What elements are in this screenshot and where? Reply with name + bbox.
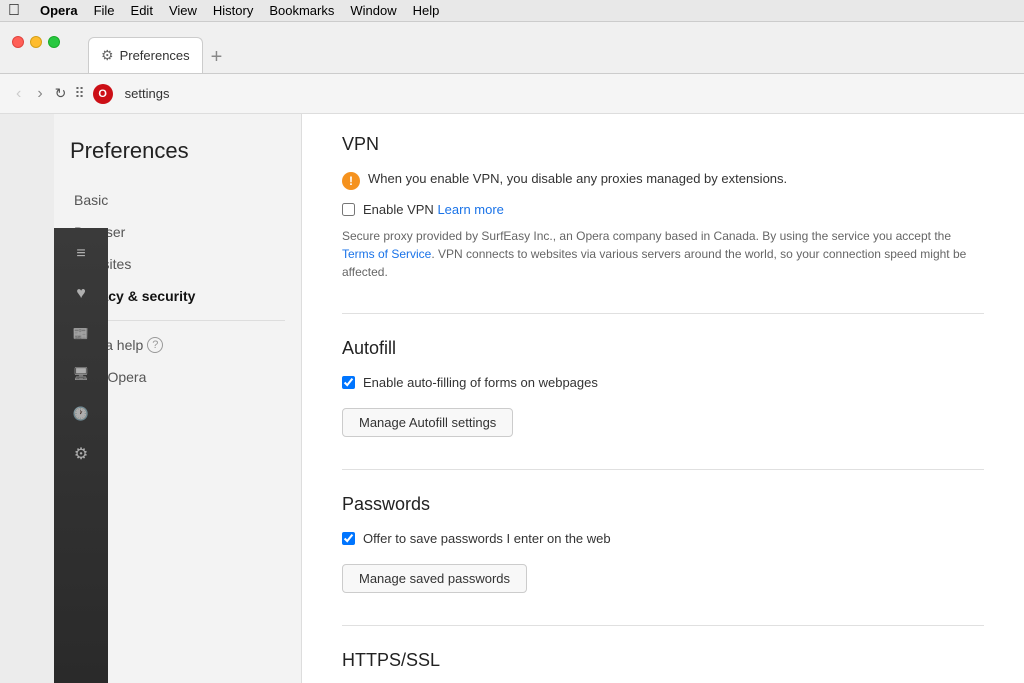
menu-edit[interactable]: Edit [131, 3, 153, 18]
apple-menu[interactable]:  [8, 2, 20, 20]
section-divider-2 [342, 469, 984, 470]
traffic-lights [12, 36, 60, 48]
vpn-enable-row: Enable VPN Learn more [342, 202, 984, 217]
autofill-enable-row: Enable auto-filling of forms on webpages [342, 375, 984, 390]
passwords-offer-label: Offer to save passwords I enter on the w… [363, 531, 611, 546]
vpn-enable-checkbox[interactable] [342, 203, 355, 216]
vpn-description: Secure proxy provided by SurfEasy Inc., … [342, 227, 984, 281]
vpn-title: VPN [342, 134, 984, 155]
sidebar-icon-heart[interactable]: ♥ [63, 276, 99, 312]
grid-button[interactable]: ⠿ [74, 85, 84, 102]
sidebar-icon-menu[interactable]: ≡ [63, 236, 99, 272]
menubar:  Opera File Edit View History Bookmarks… [0, 0, 1024, 22]
opera-logo: O [93, 84, 113, 104]
passwords-offer-checkbox[interactable] [342, 532, 355, 545]
sidebar-icon-news[interactable]: 📰 [63, 316, 99, 352]
section-divider-1 [342, 313, 984, 314]
autofill-section: Autofill Enable auto-filling of forms on… [342, 338, 984, 437]
vpn-warning: ! When you enable VPN, you disable any p… [342, 171, 984, 190]
settings-content: VPN ! When you enable VPN, you disable a… [302, 114, 1024, 683]
sidebar-icons: ≡ ♥ 📰 🖥 🕐 ⚙ [54, 228, 108, 683]
tab-bar: ⚙ Preferences + [88, 22, 230, 73]
autofill-enable-checkbox[interactable] [342, 376, 355, 389]
menu-opera[interactable]: Opera [40, 3, 78, 18]
warning-icon: ! [342, 172, 360, 190]
new-tab-button[interactable]: + [203, 46, 231, 69]
passwords-section: Passwords Offer to save passwords I ente… [342, 494, 984, 593]
manage-passwords-button[interactable]: Manage saved passwords [342, 564, 527, 593]
autofill-title: Autofill [342, 338, 984, 359]
vpn-section: VPN ! When you enable VPN, you disable a… [342, 134, 984, 281]
minimize-button[interactable] [30, 36, 42, 48]
passwords-offer-row: Offer to save passwords I enter on the w… [342, 531, 984, 546]
sidebar-icon-screen[interactable]: 🖥 [63, 356, 99, 392]
close-button[interactable] [12, 36, 24, 48]
autofill-enable-label: Enable auto-filling of forms on webpages [363, 375, 598, 390]
menu-file[interactable]: File [94, 3, 115, 18]
menu-window[interactable]: Window [350, 3, 396, 18]
vpn-enable-label: Enable VPN Learn more [363, 202, 504, 217]
sidebar-icon-clock[interactable]: 🕐 [63, 396, 99, 432]
address-bar[interactable]: settings [121, 86, 1012, 101]
menu-history[interactable]: History [213, 3, 253, 18]
forward-button[interactable]: › [33, 83, 46, 105]
manage-autofill-button[interactable]: Manage Autofill settings [342, 408, 513, 437]
nav-item-basic[interactable]: Basic [70, 184, 285, 216]
vpn-warning-text: When you enable VPN, you disable any pro… [368, 171, 787, 186]
content-area: ≡ ♥ 📰 🖥 🕐 ⚙ Preferences Basic Browser We… [54, 114, 1024, 683]
back-button[interactable]: ‹ [12, 83, 25, 105]
nav-title: Preferences [70, 138, 285, 164]
menu-bookmarks[interactable]: Bookmarks [269, 3, 334, 18]
https-title: HTTPS/SSL [342, 650, 984, 671]
https-section: HTTPS/SSL [342, 650, 984, 671]
tab-preferences[interactable]: ⚙ Preferences [88, 37, 203, 73]
section-divider-3 [342, 625, 984, 626]
reload-button[interactable]: ↻ [55, 85, 67, 102]
menu-view[interactable]: View [169, 3, 197, 18]
tab-title: Preferences [120, 48, 190, 63]
terms-of-service-link[interactable]: Terms of Service [342, 247, 431, 261]
passwords-title: Passwords [342, 494, 984, 515]
tab-settings-icon: ⚙ [101, 47, 114, 64]
menu-help[interactable]: Help [413, 3, 440, 18]
vpn-learn-more-link[interactable]: Learn more [437, 202, 503, 217]
maximize-button[interactable] [48, 36, 60, 48]
toolbar: ‹ › ↻ ⠿ O settings [0, 74, 1024, 114]
titlebar: ⚙ Preferences + [0, 22, 1024, 74]
sidebar-icon-settings[interactable]: ⚙ [63, 436, 99, 472]
help-icon: ? [147, 337, 163, 353]
